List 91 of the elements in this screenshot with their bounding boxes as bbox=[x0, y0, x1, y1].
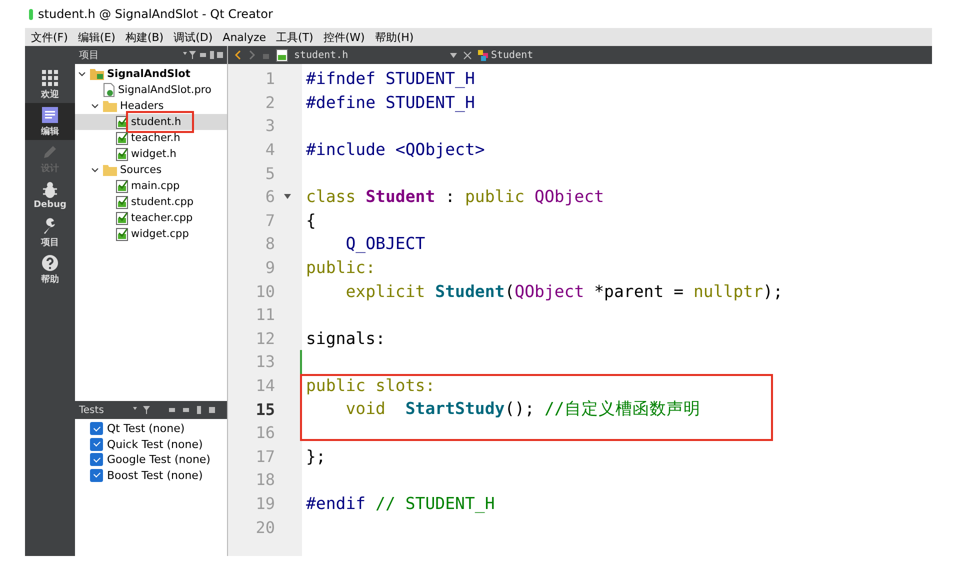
line-number: 9 bbox=[264, 258, 275, 278]
code-line: public slots: bbox=[306, 376, 436, 396]
panel-title: 项目 bbox=[79, 49, 99, 62]
line-number: 14 bbox=[254, 376, 275, 396]
line-number: 8 bbox=[264, 234, 275, 254]
tree-item[interactable]: SignalAndSlot.pro bbox=[75, 82, 227, 98]
caret-icon[interactable] bbox=[450, 52, 457, 58]
test-label: Qt Test (none) bbox=[107, 422, 185, 436]
menu-item[interactable]: 构建(B) bbox=[125, 30, 164, 44]
window-title: student.h @ SignalAndSlot - Qt Creator bbox=[38, 7, 273, 21]
folder-icon bbox=[103, 164, 117, 176]
open-file-dropdown[interactable]: student.h bbox=[294, 50, 444, 60]
line-number: 7 bbox=[264, 210, 275, 230]
test-label: Boost Test (none) bbox=[107, 468, 203, 482]
tree-item[interactable]: teacher.h bbox=[75, 130, 227, 146]
checkbox[interactable] bbox=[90, 468, 103, 482]
line-number: 20 bbox=[254, 518, 275, 537]
menu-item[interactable]: 文件(F) bbox=[31, 30, 68, 44]
menu-item[interactable]: 调试(D) bbox=[174, 30, 213, 44]
line-number: 18 bbox=[254, 470, 275, 490]
file-icon bbox=[116, 228, 128, 240]
code-line: signals: bbox=[306, 328, 386, 348]
checkbox[interactable] bbox=[90, 438, 103, 451]
line-number: 15 bbox=[254, 400, 275, 419]
mode-button[interactable]: 项目 bbox=[25, 214, 75, 251]
file-icon bbox=[116, 148, 128, 160]
tree-item[interactable]: widget.cpp bbox=[75, 226, 227, 242]
grid-icon bbox=[41, 68, 59, 86]
tree-item[interactable]: teacher.cpp bbox=[75, 210, 227, 226]
code-line: }; bbox=[306, 446, 326, 466]
menu-item[interactable]: 控件(W) bbox=[323, 30, 365, 44]
line-number: 3 bbox=[264, 116, 275, 136]
code-line: Q_OBJECT bbox=[344, 234, 426, 254]
line-number: 13 bbox=[254, 352, 275, 372]
menu-item[interactable]: Analyze bbox=[222, 30, 266, 44]
tree-item[interactable]: SignalAndSlot bbox=[75, 66, 227, 82]
app-logo-icon bbox=[29, 8, 33, 20]
file-icon bbox=[116, 116, 128, 128]
menu-item[interactable]: 编辑(E) bbox=[78, 30, 116, 44]
file-icon bbox=[116, 132, 128, 144]
mode-button[interactable]: 编辑 bbox=[25, 103, 75, 140]
code-line: #include <QObject> bbox=[306, 140, 485, 160]
class-icon bbox=[478, 50, 489, 60]
symbol-dropdown[interactable]: Student bbox=[491, 50, 534, 60]
code-line: explicit Student(QObject *parent = nullptr); bbox=[344, 282, 783, 301]
line-number: 16 bbox=[254, 423, 275, 442]
line-number: 6 bbox=[264, 187, 275, 206]
tree-item[interactable]: widget.h bbox=[75, 146, 227, 162]
file-icon bbox=[116, 196, 128, 208]
checkbox[interactable] bbox=[90, 453, 103, 466]
file-icon bbox=[276, 48, 288, 62]
file-icon bbox=[116, 180, 128, 192]
project-file-icon bbox=[103, 83, 115, 97]
line-number: 4 bbox=[264, 140, 275, 160]
line-number: 2 bbox=[264, 92, 275, 112]
tree-item[interactable]: student.cpp bbox=[75, 194, 227, 210]
menu-item[interactable]: 帮助(H) bbox=[374, 30, 414, 44]
tree-item[interactable]: student.h bbox=[75, 114, 227, 130]
line-number: 1 bbox=[264, 69, 275, 88]
line-number: 11 bbox=[254, 305, 275, 324]
line-number: 19 bbox=[254, 494, 275, 513]
line-number: 5 bbox=[264, 164, 275, 183]
tree-item[interactable]: Sources bbox=[75, 162, 227, 178]
line-number: 17 bbox=[254, 446, 275, 466]
code-line: #endif // STUDENT_H bbox=[306, 494, 495, 513]
code-line: { bbox=[306, 210, 316, 230]
mode-button[interactable]: Debug bbox=[25, 177, 75, 214]
code-line: void StartStudy(); //自定义槽函数声明 bbox=[344, 398, 700, 420]
bug-icon bbox=[41, 181, 59, 199]
line-number: 12 bbox=[254, 328, 275, 348]
code-line: public: bbox=[306, 258, 376, 278]
code-line: class Student : public QObject bbox=[306, 187, 604, 206]
file-icon bbox=[116, 212, 128, 224]
panel-title: Tests bbox=[79, 404, 104, 416]
code-line: #define STUDENT_H bbox=[306, 92, 475, 112]
line-number: 10 bbox=[254, 282, 275, 301]
test-label: Google Test (none) bbox=[107, 453, 210, 466]
mode-button[interactable]: 帮助 bbox=[25, 251, 75, 288]
folder-icon bbox=[90, 68, 104, 80]
fold-arrow-icon[interactable] bbox=[284, 194, 291, 200]
menu-item[interactable]: 工具(T) bbox=[276, 30, 314, 44]
document-icon bbox=[41, 106, 59, 124]
folder-icon bbox=[103, 100, 117, 112]
test-label: Quick Test (none) bbox=[107, 438, 203, 451]
close-icon[interactable] bbox=[463, 50, 472, 60]
tree-item[interactable]: Headers bbox=[75, 98, 227, 114]
help-icon bbox=[41, 254, 59, 272]
checkbox[interactable] bbox=[90, 422, 103, 436]
code-line: #ifndef STUDENT_H bbox=[306, 69, 475, 88]
mode-button[interactable]: 欢迎 bbox=[25, 66, 75, 103]
tree-item[interactable]: main.cpp bbox=[75, 178, 227, 194]
